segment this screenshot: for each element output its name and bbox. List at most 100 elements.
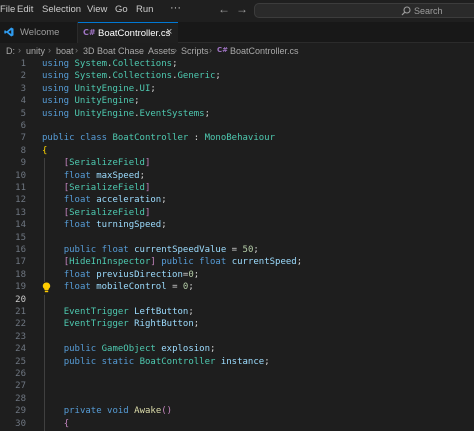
line-number: 12: [15, 195, 26, 206]
code-text: float turningSpeed;: [63, 220, 167, 231]
menu-go[interactable]: Go: [115, 4, 128, 15]
code-line: 2 using System.Collections.Generic;: [0, 71, 474, 83]
breadcrumb-item[interactable]: Assets: [148, 46, 175, 56]
line-number: 24: [15, 344, 26, 355]
line-number: 11: [15, 183, 26, 193]
line-number: 26: [15, 369, 26, 379]
indent-guide: [44, 294, 45, 307]
menu-selection[interactable]: Selection: [42, 4, 81, 15]
code-line: 17 [HideInInspector] public float curren…: [0, 257, 474, 270]
line-number: 25: [15, 356, 26, 367]
code-text: using System.Collections;: [42, 59, 178, 69]
tab-boatcontroller-label: BoatController.cs: [98, 28, 171, 39]
chevron-right-icon: ›: [141, 45, 144, 55]
code-text: public GameObject explosion;: [63, 344, 216, 355]
line-number: 29: [15, 406, 26, 417]
line-number: 5: [20, 108, 26, 119]
csharp-file-icon: C#: [217, 46, 229, 54]
code-text: public class BoatController : MonoBehavi…: [42, 133, 276, 144]
code-line: 23: [0, 331, 474, 345]
menu-edit[interactable]: Edit: [17, 4, 33, 15]
menu-more[interactable]: ···: [170, 2, 181, 14]
code-line: 7 public class BoatController : MonoBeha…: [0, 133, 474, 145]
line-number: 13: [15, 207, 26, 218]
code-line: 26: [0, 369, 474, 382]
code-text: private void Awake(): [63, 406, 173, 417]
code-text: using UnityEngine;: [42, 96, 140, 107]
indent-guide: [44, 381, 45, 394]
code-line: 14 float turningSpeed;: [0, 220, 474, 233]
line-number: 7: [20, 133, 26, 144]
line-number: 23: [15, 331, 26, 342]
chevron-right-icon: ›: [174, 45, 177, 55]
search-label: Search: [414, 6, 443, 16]
line-number: 21: [15, 307, 26, 317]
line-number: 16: [15, 245, 26, 255]
forward-arrow-icon[interactable]: →: [236, 2, 248, 16]
code-editor[interactable]: 1 using System.Collections; 2 using Syst…: [0, 59, 474, 431]
code-text: {: [42, 145, 48, 156]
breadcrumb-item[interactable]: D:: [6, 46, 15, 56]
code-text: float maxSpeed;: [63, 170, 145, 181]
line-number: 28: [15, 393, 26, 404]
code-line: 6: [0, 121, 474, 133]
code-line: 11 [SerializeField]: [0, 183, 474, 196]
breadcrumb-item[interactable]: boat: [56, 46, 74, 56]
chevron-right-icon: ›: [48, 45, 51, 55]
code-line: 12 float acceleration;: [0, 195, 474, 208]
code-text: float mobileControl = 0;: [63, 282, 194, 293]
menu-file[interactable]: File: [0, 4, 15, 15]
code-text: using UnityEngine.UI;: [42, 83, 156, 94]
tab-boatcontroller[interactable]: C# BoatController.cs ×: [78, 22, 178, 43]
code-text: [SerializeField]: [63, 183, 151, 193]
menu-run[interactable]: Run: [136, 4, 153, 15]
code-line: 3 using UnityEngine.UI;: [0, 84, 474, 96]
tab-welcome[interactable]: Welcome: [0, 22, 78, 43]
line-number: 6: [20, 121, 26, 131]
breadcrumb-item[interactable]: 3D Boat Chase: [83, 46, 144, 56]
menu-view[interactable]: View: [87, 4, 107, 15]
code-line: 25 public static BoatController instance…: [0, 356, 474, 369]
code-line: 18 float previusDirection=0;: [0, 269, 474, 283]
line-number: 8: [20, 145, 26, 156]
code-line: 9 [SerializeField]: [0, 158, 474, 171]
code-line: 15: [0, 232, 474, 245]
line-number: 22: [15, 319, 26, 330]
tab-bar: Welcome C# BoatController.cs ×: [0, 22, 474, 43]
chevron-right-icon: ›: [209, 45, 212, 55]
code-text: using UnityEngine.EventSystems;: [42, 108, 210, 119]
code-text: EventTrigger RightButton;: [63, 319, 200, 330]
code-line: 4 using UnityEngine;: [0, 96, 474, 108]
search-icon: [401, 6, 411, 16]
code-line: 5 using UnityEngine.EventSystems;: [0, 109, 474, 121]
line-number: 14: [15, 220, 26, 231]
code-text: public float currentSpeedValue = 50;: [63, 245, 259, 255]
breadcrumb-item[interactable]: unity: [26, 46, 45, 56]
code-text: [HideInInspector] public float currentSp…: [63, 257, 303, 268]
back-arrow-icon[interactable]: ←: [218, 2, 230, 16]
indent-guide: [44, 369, 45, 382]
code-text: {: [63, 418, 70, 429]
line-number: 30: [15, 418, 26, 429]
code-text: using System.Collections.Generic;: [42, 71, 221, 82]
indent-guide: [44, 331, 45, 345]
code-line: 21 EventTrigger LeftButton;: [0, 307, 474, 320]
breadcrumb-item[interactable]: Scripts: [181, 46, 209, 56]
close-tab-icon[interactable]: ×: [166, 26, 172, 38]
code-text: public static BoatController instance;: [63, 356, 270, 367]
line-number: 3: [20, 83, 26, 94]
line-number: 18: [15, 269, 26, 280]
line-number: 27: [15, 381, 26, 392]
chevron-right-icon: ›: [75, 45, 78, 55]
code-line: 30 {: [0, 418, 474, 431]
code-line: 22 EventTrigger RightButton;: [0, 319, 474, 332]
code-line: 29 private void Awake(): [0, 406, 474, 419]
line-number: 19: [15, 282, 26, 293]
code-text: [SerializeField]: [63, 158, 151, 169]
breadcrumb-file[interactable]: BoatController.cs: [230, 46, 299, 56]
line-number: 20: [15, 294, 26, 305]
line-number: 17: [15, 257, 26, 268]
vscode-logo-icon: [4, 27, 14, 37]
code-text: float previusDirection=0;: [63, 269, 200, 280]
command-center-search[interactable]: Search: [254, 3, 474, 18]
